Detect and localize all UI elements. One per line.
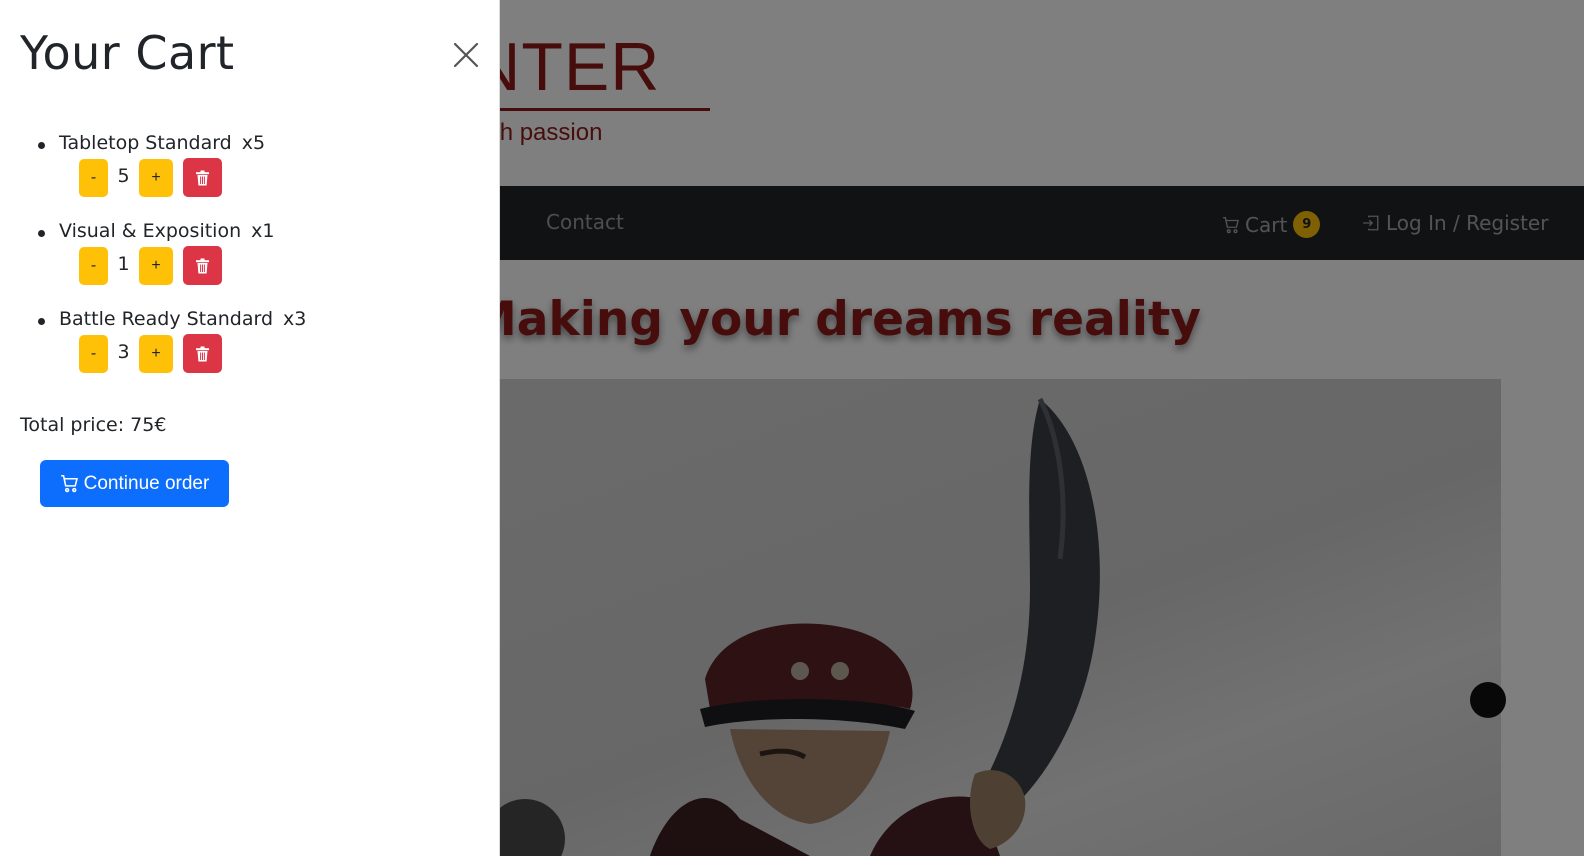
increase-qty-button[interactable]: + [139,246,173,285]
cart-item-name: Visual & Exposition [59,220,242,242]
cart-item-qty-tag: x3 [283,308,307,330]
continue-order-label: Continue order [83,472,210,494]
cart-item: Tabletop Standard x5 - 5 + [38,130,478,218]
cart-item-title: Tabletop Standard x5 [59,132,265,154]
cart-item: Battle Ready Standard x3 - 3 + [38,306,478,394]
decrease-qty-button[interactable]: - [79,246,108,285]
remove-item-button[interactable] [183,246,222,285]
cart-item-title: Visual & Exposition x1 [59,220,274,242]
cart-item: Visual & Exposition x1 - 1 + [38,218,478,306]
cart-item-qty-tag: x1 [251,220,275,242]
cart-item-list: Tabletop Standard x5 - 5 + Visual & Expo… [38,130,478,394]
trash-icon [196,170,209,185]
increase-qty-button[interactable]: + [139,158,173,197]
trash-icon [196,258,209,273]
cart-item-quantity: 5 [117,164,130,187]
bullet [38,142,45,149]
cart-item-controls: - 1 + [79,246,222,285]
cart-item-quantity: 3 [117,340,130,363]
cart-item-name: Tabletop Standard [59,132,232,154]
decrease-qty-button[interactable]: - [79,334,108,373]
remove-item-button[interactable] [183,158,222,197]
decrease-qty-button[interactable]: - [79,158,108,197]
close-icon [453,42,479,68]
cart-item-controls: - 5 + [79,158,222,197]
total-price: Total price: 75€ [20,414,167,436]
bullet [38,318,45,325]
close-button[interactable] [452,41,480,69]
bullet [38,230,45,237]
trash-icon [196,346,209,361]
cart-icon [60,475,78,493]
cart-item-quantity: 1 [117,252,130,275]
cart-drawer: Your Cart Tabletop Standard x5 - 5 + Vis… [0,0,500,856]
cart-item-qty-tag: x5 [241,132,266,154]
cart-title: Your Cart [20,26,235,80]
increase-qty-button[interactable]: + [139,334,173,373]
cart-item-name: Battle Ready Standard [59,308,274,330]
cart-item-controls: - 3 + [79,334,222,373]
remove-item-button[interactable] [183,334,222,373]
cart-item-title: Battle Ready Standard x3 [59,308,306,330]
continue-order-button[interactable]: Continue order [40,460,229,507]
